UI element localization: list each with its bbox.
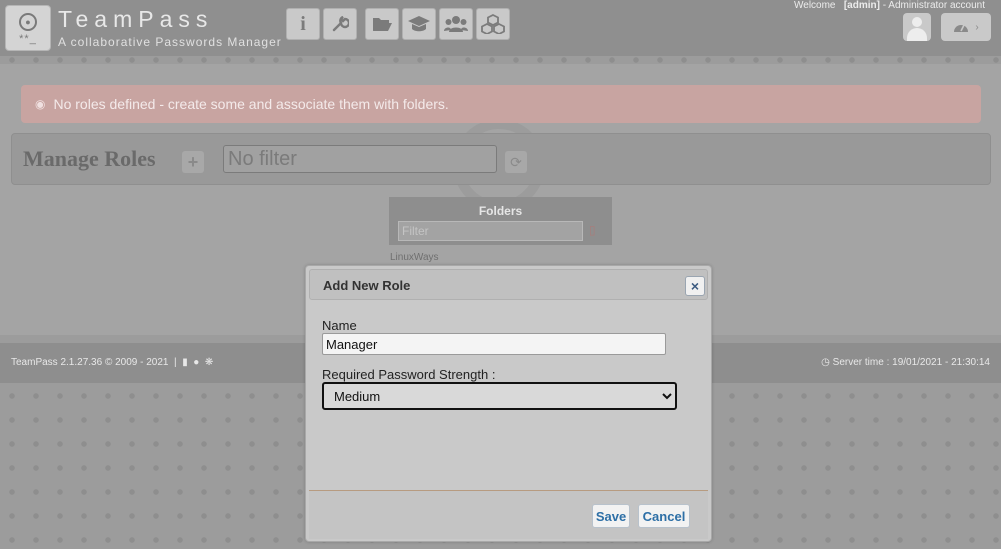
folders-button[interactable] <box>365 8 399 40</box>
top-header: ● **_ TeamPass A collaborative Passwords… <box>0 0 1001 56</box>
folders-filter-input[interactable] <box>398 221 583 241</box>
dialog-titlebar[interactable]: Add New Role × <box>309 269 708 300</box>
welcome-text: Welcome [admin] - Administrator account <box>794 0 985 11</box>
bug-icon[interactable]: ❋ <box>205 357 213 368</box>
refresh-button[interactable]: ⟳ <box>505 151 527 173</box>
teampass-logo[interactable]: ● **_ <box>5 5 51 51</box>
folder-tree-root[interactable]: LinuxWays <box>390 252 439 263</box>
users-icon <box>444 16 468 32</box>
footer-version: TeamPass 2.1.27.36 © 2009 - 2021 <box>11 357 169 368</box>
no-roles-alert: ◉ No roles defined - create some and ass… <box>21 85 981 123</box>
folders-panel: Folders ▯ <box>389 197 612 245</box>
save-button[interactable]: Save <box>592 504 630 528</box>
users-button[interactable] <box>439 8 473 40</box>
avatar-body <box>907 28 927 41</box>
footer-left: TeamPass 2.1.27.36 © 2009 - 2021 | ▮ ● ❋ <box>11 357 214 368</box>
cubes-icon <box>481 14 505 34</box>
settings-button[interactable] <box>323 8 357 40</box>
user-avatar[interactable] <box>903 13 931 41</box>
chevron-right-icon: › <box>975 21 979 33</box>
cancel-button[interactable]: Cancel <box>638 504 690 528</box>
refresh-icon: ⟳ <box>510 153 522 170</box>
lightbulb-icon: ◉ <box>35 97 46 111</box>
footer-right: ◷ Server time : 19/01/2021 - 21:30:14 <box>821 357 990 368</box>
folder-open-icon <box>373 18 392 31</box>
dialog-title: Add New Role <box>323 278 411 293</box>
add-role-button[interactable]: + <box>182 151 204 173</box>
book-icon[interactable]: ▮ <box>182 357 188 368</box>
welcome-user: [admin] <box>843 0 880 11</box>
info-icon: i <box>300 12 306 35</box>
roles-filter-input[interactable] <box>223 145 497 173</box>
app-title: TeamPass <box>58 6 214 32</box>
role-name-input[interactable] <box>322 333 666 355</box>
wrench-icon <box>332 15 349 32</box>
roles-toolbar: Manage Roles + ⟳ <box>11 133 991 185</box>
add-role-dialog: Add New Role × Name Required Password St… <box>305 265 712 542</box>
welcome-prefix: Welcome <box>794 0 836 11</box>
strength-label: Required Password Strength : <box>322 367 496 382</box>
folders-title: Folders <box>478 204 523 218</box>
server-time: Server time : 19/01/2021 - 21:30:14 <box>832 357 990 368</box>
close-icon: × <box>690 278 700 294</box>
plus-icon: + <box>187 151 199 172</box>
eraser-icon[interactable]: ▯ <box>589 223 596 237</box>
dialog-close-button[interactable]: × <box>685 276 705 296</box>
info-button[interactable]: i <box>286 8 320 40</box>
name-label: Name <box>322 318 357 333</box>
reddit-icon[interactable]: ● <box>193 357 199 368</box>
dashboard-icon <box>954 24 969 32</box>
items-button[interactable] <box>476 8 510 40</box>
welcome-suffix: - Administrator account <box>882 0 985 11</box>
stars-icon: **_ <box>19 32 37 45</box>
graduation-cap-icon <box>408 16 430 32</box>
page-title: Manage Roles <box>23 146 156 171</box>
roles-button[interactable] <box>402 8 436 40</box>
lock-icon: ● <box>19 12 37 31</box>
dashboard-menu-button[interactable]: › <box>941 13 991 41</box>
avatar-head <box>912 17 922 27</box>
password-strength-select[interactable]: Medium <box>322 382 677 410</box>
alert-text: No roles defined - create some and assoc… <box>53 96 449 112</box>
app-subtitle: A collaborative Passwords Manager <box>58 35 282 49</box>
clock-icon: ◷ <box>821 357 830 368</box>
